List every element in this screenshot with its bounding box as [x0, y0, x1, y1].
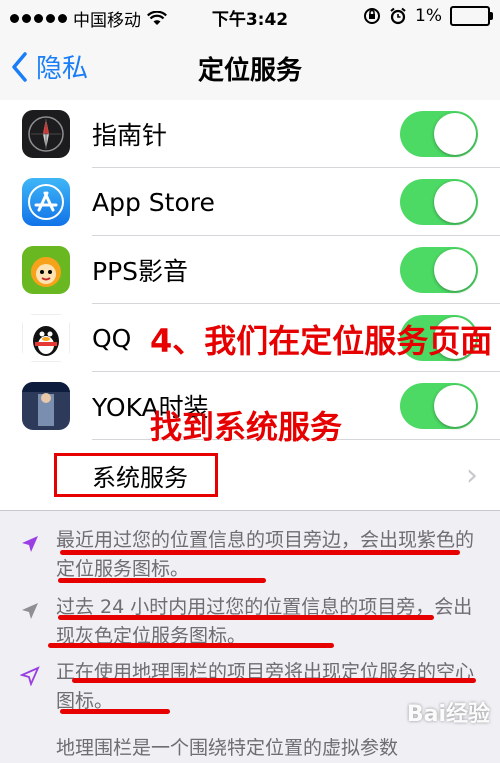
location-arrow-outline-icon — [20, 666, 40, 686]
annotation-underline — [58, 615, 434, 620]
app-name: 指南针 — [92, 121, 168, 150]
location-toggle[interactable] — [400, 179, 478, 225]
location-toggle[interactable] — [400, 247, 478, 293]
alarm-clock-icon — [390, 7, 406, 25]
annotation-underline — [60, 550, 460, 555]
annotation-underline — [60, 709, 170, 714]
status-bar: 中国移动 下午3:42 1% — [0, 0, 500, 34]
note-text: 最近用过您的位置信息的项目旁边，会出现紫色的定位服务图标。 — [56, 529, 475, 580]
location-arrow-purple-icon — [22, 536, 38, 552]
battery-icon — [450, 6, 493, 26]
yoka-icon — [22, 382, 70, 430]
qq-penguin-icon — [22, 314, 70, 362]
status-right: 1% — [363, 6, 493, 26]
location-toggle[interactable] — [400, 111, 478, 157]
app-store-icon — [22, 178, 70, 226]
annotation-underline — [48, 643, 334, 648]
battery-percent: 1% — [415, 6, 442, 26]
annotation-step-text-2: 找到系统服务 — [150, 408, 343, 446]
baidu-watermark: Bai经验 — [406, 702, 490, 727]
annotation-underline — [72, 678, 476, 683]
location-toggle[interactable] — [400, 383, 478, 429]
note-text: 地理围栏是一个围绕特定位置的虚拟参数 — [56, 737, 399, 759]
app-name: PPS影音 — [92, 257, 189, 286]
page-title: 定位服务 — [197, 56, 302, 86]
list-item: 指南针 — [0, 100, 500, 168]
chevron-right-icon: › — [466, 457, 478, 493]
compass-icon — [22, 110, 70, 158]
system-services-row[interactable]: 系统服务 › — [0, 440, 500, 510]
annotation-step-text: 4、我们在定位服务页面 — [150, 322, 493, 360]
annotation-highlight-box — [54, 453, 218, 497]
navigation-bar: 隐私 定位服务 — [0, 34, 500, 101]
app-name: QQ — [92, 323, 132, 353]
app-name: App Store — [92, 187, 215, 217]
pps-icon — [22, 246, 70, 294]
rotation-lock-icon — [364, 8, 381, 24]
annotation-underline — [58, 578, 266, 583]
list-item: PPS影音 — [0, 236, 500, 304]
list-item: App Store — [0, 168, 500, 236]
app-location-list: 指南针 App Store PPS影音 QQ YOKA时装 系统服务 › — [0, 100, 500, 511]
location-arrow-gray-icon — [22, 603, 38, 619]
